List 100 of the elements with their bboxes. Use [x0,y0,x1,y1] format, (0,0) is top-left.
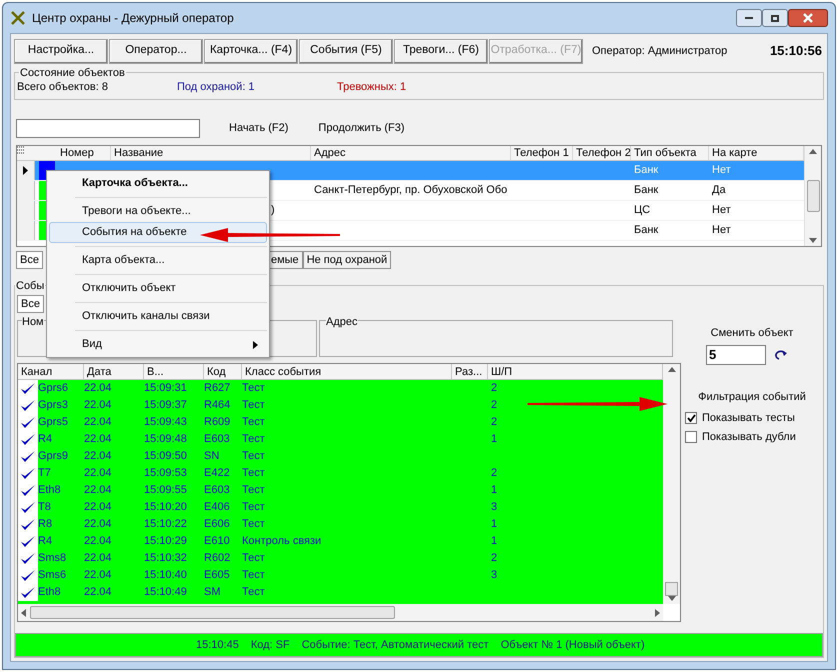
table-cell-text: 22.04 [84,466,113,482]
scroll-thumb[interactable] [806,180,820,212]
table-cell-text: 15:10:49 [144,585,188,600]
menu-item[interactable]: Вид [49,334,267,355]
column-header[interactable]: Телефон 1 [511,146,573,160]
table-cell-text: ) [271,203,275,218]
scroll-thumb[interactable] [30,606,395,619]
checkbox-label[interactable]: Показывать дубли [702,428,796,445]
checkmark-icon [20,466,36,480]
column-header[interactable]: В... [144,364,204,379]
table-cell-text: 22.04 [84,551,113,566]
table-cell-text: Контроль связи [242,534,322,550]
column-header[interactable]: Адрес [311,146,511,160]
scroll-up-icon[interactable] [809,149,817,154]
table-cell-text: 22.04 [84,483,113,498]
table-cell-text: T7 [38,466,52,482]
table-cell-text: 22.04 [84,534,113,550]
checkmark-icon [20,518,36,532]
minimize-button[interactable] [736,9,762,27]
toolbar-button[interactable]: События (F5) [299,38,393,64]
column-header[interactable]: Название [111,146,311,160]
checkmark-icon [20,432,36,446]
vertical-scrollbar[interactable] [804,146,821,246]
toolbar-button[interactable]: Карточка... (F4) [204,38,298,64]
table-cell-text: 2 [490,381,498,396]
table-cell-text: 15:09:31 [144,381,188,396]
search-button[interactable]: Продолжить (F3) [317,118,406,138]
toolbar-button[interactable]: Настройка... [14,38,108,64]
status-time: 15:10:45 [196,638,239,653]
table-cell-text: Gprs3 [38,398,69,414]
column-header[interactable]: Номер [57,146,111,160]
checkbox[interactable] [685,412,697,424]
table-cell-text: Тест [242,551,266,566]
column-header[interactable]: Дата [84,364,144,379]
table-cell-text: 2 [490,398,498,414]
table-cell-text: E606 [204,517,231,532]
column-header[interactable]: Тип объекта [631,146,709,160]
refresh-icon[interactable] [774,350,788,360]
column-header[interactable]: Раз... [452,364,488,379]
scroll-left-icon[interactable] [21,608,26,616]
change-object-label: Сменить объект [710,326,794,341]
checkmark-icon [20,500,36,514]
column-header[interactable]: Класс события [242,364,452,379]
scroll-right-icon[interactable] [655,608,660,616]
scroll-thumb[interactable] [665,582,678,596]
table-cell-text: 15:10:40 [144,568,188,584]
search-button[interactable]: Начать (F2) [228,118,290,138]
table-cell-text: 15:09:37 [144,398,188,414]
menu-item[interactable]: Карта объекта... [49,250,267,271]
column-header[interactable]: Канал [18,364,84,379]
table-cell-text: T8 [38,500,52,516]
column-header[interactable]: Код [204,364,242,379]
maximize-button[interactable] [762,9,788,27]
toolbar-button[interactable]: Тревоги... (F6) [394,38,488,64]
table-cell-text: Нет [711,223,732,238]
status-code: Код: SF [250,638,290,653]
table-cell-text: Тест [242,449,266,464]
table-cell-text: E422 [204,466,231,482]
checkbox[interactable] [685,430,697,443]
table-cell-text: 2 [490,415,498,430]
checkmark-icon [20,568,36,582]
checkmark-icon [20,416,36,430]
checkmark-icon [20,534,36,548]
filter-tab[interactable]: Все [17,295,44,313]
table-cell-text: Тест [242,415,266,430]
checkbox-label[interactable]: Показывать тесты [702,410,795,426]
checkmark-icon [20,450,36,464]
table-cell-text: Санкт-Петербург, пр. Обуховской Обо [313,183,508,198]
object-number-input[interactable]: 5 [706,344,766,364]
table-cell-text: SM [204,585,222,600]
horizontal-scrollbar[interactable] [18,604,663,621]
table-cell-text: 15:10:29 [144,534,188,550]
menu-item[interactable]: Отключить объект [49,278,267,299]
window-title: Центр охраны - Дежурный оператор [32,10,234,27]
table-cell-text: ЦС [633,203,652,218]
filter-tab[interactable]: Все [16,251,43,269]
scroll-down-icon[interactable] [809,238,817,243]
filter-tab[interactable]: Не под охраной [302,251,392,269]
table-cell-text: R627 [204,381,232,396]
checkmark-icon [20,552,36,566]
menu-item[interactable]: Тревоги на объекте... [49,201,267,222]
search-field[interactable] [16,118,200,138]
clock: 15:10:56 [770,42,822,60]
close-button[interactable] [788,9,828,27]
table-cell-text: Eth8 [38,483,62,498]
table-cell-text: R4 [38,432,54,448]
table-cell-text: 15:09:50 [144,449,188,464]
table-cell-text: Тест [242,381,266,396]
table-cell-text: 15:10:32 [144,551,188,566]
row-pointer-icon [23,166,28,175]
table-cell-text: Тест [242,568,266,584]
menu-item[interactable]: События на объекте [49,222,267,243]
scroll-up-icon[interactable] [668,367,676,372]
checkmark-icon [20,586,36,600]
column-header[interactable]: Телефон 2 [573,146,631,160]
total-objects-label: Всего объектов: 8 [17,80,109,95]
table-cell-text: 1 [490,517,498,532]
vertical-scrollbar[interactable] [663,364,680,604]
table-cell-text: 22.04 [84,585,113,600]
toolbar-button[interactable]: Оператор... [109,38,203,64]
